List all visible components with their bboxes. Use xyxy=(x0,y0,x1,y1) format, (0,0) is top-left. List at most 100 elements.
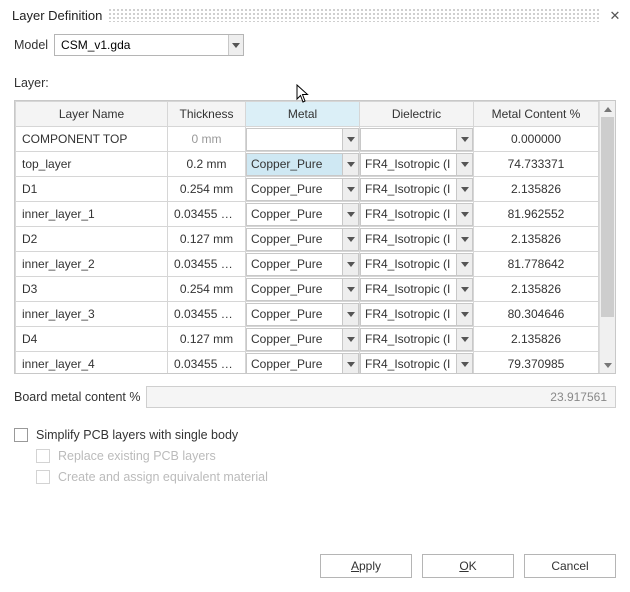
cell-pct[interactable]: 79.370985 xyxy=(474,357,598,371)
cell-layer-name[interactable]: inner_layer_4 xyxy=(16,357,167,371)
dielectric-dropdown[interactable]: FR4_Isotropic (I xyxy=(360,328,473,351)
dielectric-dropdown-arrow[interactable] xyxy=(456,254,472,275)
metal-dropdown[interactable]: Copper_Pure xyxy=(246,178,359,201)
col-header-pct[interactable]: Metal Content % xyxy=(474,102,599,127)
metal-dropdown[interactable] xyxy=(246,128,359,151)
dielectric-dropdown-arrow[interactable] xyxy=(456,154,472,175)
metal-dropdown-arrow[interactable] xyxy=(342,329,358,350)
col-header-name[interactable]: Layer Name xyxy=(16,102,168,127)
dielectric-dropdown[interactable]: FR4_Isotropic (I xyxy=(360,228,473,251)
cell-pct[interactable]: 81.962552 xyxy=(474,207,598,221)
metal-dropdown[interactable]: Copper_Pure xyxy=(246,203,359,226)
metal-dropdown[interactable]: Copper_Pure xyxy=(246,253,359,276)
cancel-button[interactable]: Cancel xyxy=(524,554,616,578)
cell-pct[interactable]: 2.135826 xyxy=(474,282,598,296)
cell-pct[interactable]: 2.135826 xyxy=(474,232,598,246)
cell-thickness[interactable]: 0.127 mm xyxy=(168,332,245,346)
table-row[interactable]: COMPONENT TOP0 mm 0.000000 xyxy=(16,127,599,152)
cell-thickness[interactable]: 0.03455 mm xyxy=(168,257,245,271)
close-button[interactable]: ✕ xyxy=(606,6,624,24)
dielectric-dropdown-arrow[interactable] xyxy=(456,279,472,300)
cell-thickness[interactable]: 0.03455 mm xyxy=(168,357,245,371)
scroll-thumb[interactable] xyxy=(601,117,614,317)
cell-layer-name[interactable]: inner_layer_3 xyxy=(16,307,167,321)
cell-thickness[interactable]: 0.254 mm xyxy=(168,182,245,196)
dielectric-dropdown-arrow[interactable] xyxy=(456,229,472,250)
metal-dropdown-arrow[interactable] xyxy=(342,304,358,325)
cell-pct[interactable]: 80.304646 xyxy=(474,307,598,321)
metal-dropdown-arrow[interactable] xyxy=(342,229,358,250)
cell-thickness[interactable]: 0.03455 mm xyxy=(168,307,245,321)
apply-button[interactable]: Apply xyxy=(320,554,412,578)
dielectric-dropdown-arrow[interactable] xyxy=(456,204,472,225)
cell-pct[interactable]: 2.135826 xyxy=(474,332,598,346)
table-row[interactable]: inner_layer_40.03455 mmCopper_PureFR4_Is… xyxy=(16,352,599,374)
cell-layer-name[interactable]: D2 xyxy=(16,232,167,246)
dielectric-dropdown-arrow[interactable] xyxy=(456,179,472,200)
cell-layer-name[interactable]: top_layer xyxy=(16,157,167,171)
cell-pct[interactable]: 74.733371 xyxy=(474,157,598,171)
cell-thickness[interactable]: 0.03455 mm xyxy=(168,207,245,221)
dielectric-dropdown-arrow[interactable] xyxy=(456,329,472,350)
dielectric-dropdown[interactable]: FR4_Isotropic (I xyxy=(360,303,473,326)
table-row[interactable]: inner_layer_20.03455 mmCopper_PureFR4_Is… xyxy=(16,252,599,277)
cell-pct[interactable]: 0.000000 xyxy=(474,132,598,146)
table-row[interactable]: D20.127 mmCopper_PureFR4_Isotropic (I2.1… xyxy=(16,227,599,252)
metal-dropdown[interactable]: Copper_Pure xyxy=(246,278,359,301)
dielectric-dropdown[interactable] xyxy=(360,128,473,151)
table-row[interactable]: top_layer0.2 mmCopper_PureFR4_Isotropic … xyxy=(16,152,599,177)
table-row[interactable]: D30.254 mmCopper_PureFR4_Isotropic (I2.1… xyxy=(16,277,599,302)
metal-dropdown-arrow[interactable] xyxy=(342,129,358,150)
cell-thickness[interactable]: 0.127 mm xyxy=(168,232,245,246)
cell-pct[interactable]: 81.778642 xyxy=(474,257,598,271)
dielectric-dropdown[interactable]: FR4_Isotropic (I xyxy=(360,153,473,176)
cell-layer-name[interactable]: COMPONENT TOP xyxy=(16,132,167,146)
ok-button[interactable]: OK xyxy=(422,554,514,578)
cell-thickness[interactable]: 0.2 mm xyxy=(168,157,245,171)
table-row[interactable]: inner_layer_30.03455 mmCopper_Pure FR4_Is… xyxy=(16,302,599,327)
metal-dropdown-arrow[interactable] xyxy=(342,354,358,374)
metal-dropdown-arrow[interactable] xyxy=(342,254,358,275)
metal-dropdown-arrow[interactable] xyxy=(342,179,358,200)
cell-layer-name[interactable]: D3 xyxy=(16,282,167,296)
dielectric-dropdown[interactable]: FR4_Isotropic (I xyxy=(360,203,473,226)
dielectric-dropdown[interactable]: FR4_Isotropic (I xyxy=(360,178,473,201)
metal-dropdown[interactable]: Copper_Pure xyxy=(246,153,359,176)
table-row[interactable]: inner_layer_10.03455 mmCopper_PureFR4_Is… xyxy=(16,202,599,227)
model-combobox[interactable] xyxy=(54,34,244,56)
metal-dropdown-arrow[interactable] xyxy=(342,279,358,300)
dielectric-dropdown-arrow[interactable] xyxy=(456,304,472,325)
model-input[interactable] xyxy=(55,35,228,55)
metal-dropdown[interactable]: Copper_Pure xyxy=(246,228,359,251)
dielectric-dropdown[interactable]: FR4_Isotropic (I xyxy=(360,353,473,374)
cell-thickness[interactable]: 0.254 mm xyxy=(168,282,245,296)
cell-layer-name[interactable]: D4 xyxy=(16,332,167,346)
model-dropdown-arrow[interactable] xyxy=(228,35,243,55)
dielectric-dropdown-arrow[interactable] xyxy=(456,129,472,150)
metal-dropdown[interactable]: Copper_Pure xyxy=(246,353,359,374)
cell-thickness[interactable]: 0 mm xyxy=(168,132,245,146)
metal-dropdown[interactable]: Copper_Pure xyxy=(246,303,359,326)
simplify-checkbox-row[interactable]: Simplify PCB layers with single body xyxy=(14,428,616,442)
col-header-dielectric[interactable]: Dielectric xyxy=(360,102,474,127)
dielectric-dropdown[interactable]: FR4_Isotropic (I xyxy=(360,253,473,276)
col-header-thickness[interactable]: Thickness xyxy=(168,102,246,127)
scroll-up-button[interactable] xyxy=(600,101,615,117)
cell-layer-name[interactable]: inner_layer_1 xyxy=(16,207,167,221)
vertical-scrollbar[interactable] xyxy=(599,101,615,373)
cell-layer-name[interactable]: inner_layer_2 xyxy=(16,257,167,271)
table-row[interactable]: D10.254 mmCopper_PureFR4_Isotropic (I2.1… xyxy=(16,177,599,202)
cell-layer-name[interactable]: D1 xyxy=(16,182,167,196)
metal-dropdown-arrow[interactable] xyxy=(342,204,358,225)
drag-region[interactable] xyxy=(108,8,600,22)
scroll-down-button[interactable] xyxy=(600,357,615,373)
simplify-checkbox[interactable] xyxy=(14,428,28,442)
col-header-metal[interactable]: Metal xyxy=(246,102,360,127)
metal-dropdown-arrow[interactable] xyxy=(342,154,358,175)
metal-value: Copper_Pure xyxy=(247,307,342,321)
dielectric-dropdown-arrow[interactable] xyxy=(456,354,472,374)
cell-pct[interactable]: 2.135826 xyxy=(474,182,598,196)
dielectric-dropdown[interactable]: FR4_Isotropic (I xyxy=(360,278,473,301)
table-row[interactable]: D40.127 mmCopper_PureFR4_Isotropic (I2.1… xyxy=(16,327,599,352)
metal-dropdown[interactable]: Copper_Pure xyxy=(246,328,359,351)
